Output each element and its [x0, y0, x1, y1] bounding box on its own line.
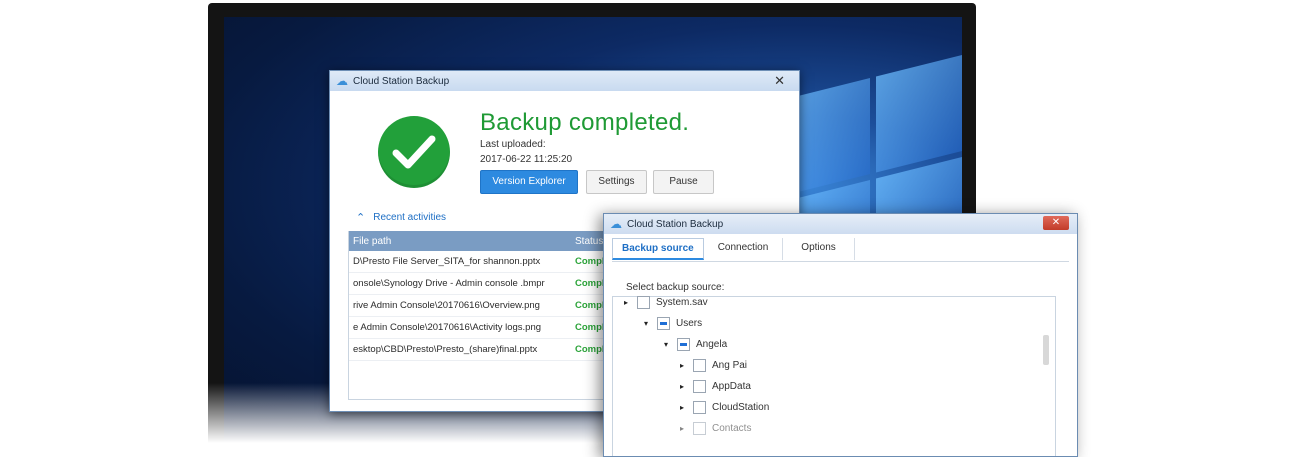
- collapse-arrow-icon[interactable]: ▾: [641, 319, 651, 328]
- expand-arrow-icon[interactable]: ▸: [677, 424, 687, 433]
- tab-divider: [612, 261, 1069, 262]
- tree-node-label: Users: [676, 317, 703, 329]
- file-path-cell: esktop\CBD\Presto\Presto_(share)final.pp…: [353, 344, 538, 355]
- file-path-cell: e Admin Console\20170616\Activity logs.p…: [353, 322, 542, 333]
- pause-button[interactable]: Pause: [653, 170, 714, 194]
- backup-source-window: ☁ Cloud Station Backup ✕ Backup source C…: [603, 213, 1078, 457]
- cloud-icon: ☁: [610, 217, 622, 231]
- status-cell: Compl: [575, 300, 605, 311]
- expand-arrow-icon[interactable]: ▸: [677, 403, 687, 412]
- column-header-status[interactable]: Status: [575, 236, 603, 247]
- collapse-arrow-icon[interactable]: ▾: [661, 340, 671, 349]
- chevron-up-icon: ⌃: [356, 212, 366, 224]
- checkbox[interactable]: [693, 379, 706, 393]
- checkbox-partial[interactable]: [657, 316, 670, 330]
- last-uploaded-timestamp: 2017-06-22 11:25:20: [480, 154, 573, 165]
- status-cell: Compl: [575, 256, 605, 267]
- checkbox[interactable]: [693, 358, 706, 372]
- expand-arrow-icon[interactable]: ▸: [621, 298, 631, 307]
- tree-node-system-sav[interactable]: ▸ System.sav: [621, 294, 708, 310]
- tree-node-label: System.sav: [656, 296, 708, 308]
- backup-status-headline: Backup completed.: [480, 109, 690, 136]
- tree-node-label: AppData: [712, 380, 751, 392]
- settings-button[interactable]: Settings: [586, 170, 647, 194]
- tree-node-label: Ang Pai: [712, 359, 748, 371]
- cloud-icon: ☁: [336, 74, 348, 88]
- tree-node-contacts[interactable]: ▸ Contacts: [677, 420, 751, 436]
- backup-source-tree: ▸ System.sav ▾ Users ▾ Angela ▸ Ang Pai …: [612, 294, 1056, 456]
- tree-node-appdata[interactable]: ▸ AppData: [677, 378, 751, 394]
- tree-node-label: Angela: [696, 338, 728, 350]
- column-header-file-path[interactable]: File path: [349, 236, 575, 247]
- window-title: Cloud Station Backup: [627, 218, 724, 230]
- tree-node-label: Contacts: [712, 422, 752, 434]
- tree-node-users[interactable]: ▾ Users: [641, 315, 702, 331]
- status-cell: Compl: [575, 344, 605, 355]
- tab-options[interactable]: Options: [783, 238, 855, 260]
- file-path-cell: onsole\Synology Drive - Admin console .b…: [353, 278, 545, 289]
- checkmark-icon: [378, 116, 450, 188]
- checkbox[interactable]: [693, 421, 706, 435]
- expand-arrow-icon[interactable]: ▸: [677, 382, 687, 391]
- close-button[interactable]: ✕: [1043, 216, 1069, 230]
- tree-node-ang-pai[interactable]: ▸ Ang Pai: [677, 357, 747, 373]
- version-explorer-button[interactable]: Version Explorer: [480, 170, 578, 194]
- checkbox[interactable]: [637, 295, 650, 309]
- select-backup-source-label: Select backup source:: [626, 282, 725, 293]
- expand-arrow-icon[interactable]: ▸: [677, 361, 687, 370]
- window-titlebar: ☁ Cloud Station Backup ✕: [330, 71, 799, 91]
- recent-activities-toggle[interactable]: ⌃ Recent activities: [356, 211, 446, 224]
- scrollbar-thumb[interactable]: [1043, 335, 1049, 365]
- tab-connection[interactable]: Connection: [704, 238, 784, 260]
- tree-node-angela[interactable]: ▾ Angela: [661, 336, 727, 352]
- checkbox[interactable]: [693, 400, 706, 414]
- recent-activities-label: Recent activities: [373, 212, 447, 223]
- status-cell: Compl: [575, 278, 605, 289]
- tree-node-label: CloudStation: [712, 401, 770, 413]
- window-title: Cloud Station Backup: [353, 75, 450, 87]
- last-uploaded-label: Last uploaded:: [480, 139, 546, 150]
- close-icon[interactable]: ✕: [774, 73, 785, 89]
- tree-node-cloudstation[interactable]: ▸ CloudStation: [677, 399, 769, 415]
- window-titlebar: ☁ Cloud Station Backup ✕: [604, 214, 1077, 234]
- checkbox-partial[interactable]: [677, 337, 690, 351]
- file-path-cell: D\Presto File Server_SITA_for shannon.pp…: [353, 256, 541, 267]
- status-cell: Compl: [575, 322, 605, 333]
- tab-bar: Backup source Connection Options: [612, 238, 855, 260]
- tab-backup-source[interactable]: Backup source: [612, 238, 704, 260]
- file-path-cell: rive Admin Console\20170616\Overview.png: [353, 300, 540, 311]
